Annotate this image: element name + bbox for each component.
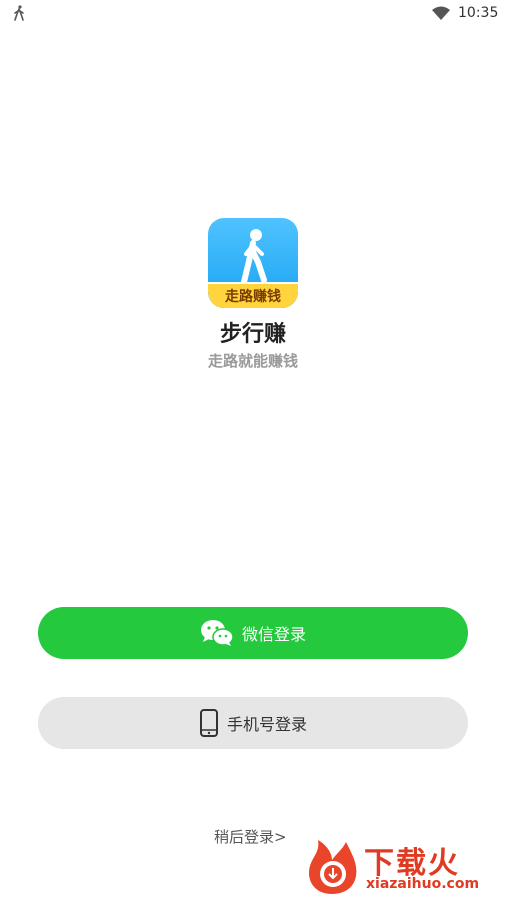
phone-icon [199, 709, 219, 737]
phone-login-button[interactable]: 手机号登录 [38, 697, 468, 749]
clock: 10:35 [458, 5, 499, 21]
login-later-link[interactable]: 稍后登录> [214, 826, 287, 847]
wechat-login-label: 微信登录 [241, 625, 306, 644]
wechat-login-button[interactable]: 微信登录 [38, 607, 468, 659]
logo-badge: 走路赚钱 [208, 282, 298, 308]
walker-icon [241, 229, 267, 285]
watermark-url: xiazaihuo.com [366, 876, 480, 892]
app-logo: 走路赚钱 [208, 218, 298, 308]
wifi-icon [432, 6, 450, 20]
status-bar: 10:35 [0, 0, 506, 28]
app-name: 步行赚 [219, 322, 286, 347]
flame-icon [308, 840, 357, 894]
wechat-icon [200, 619, 234, 647]
walking-icon [14, 5, 24, 21]
phone-login-label: 手机号登录 [226, 715, 307, 734]
app-slogan: 走路就能赚钱 [207, 352, 298, 370]
watermark-logo: 下载火 xiazaihuo.com [300, 832, 506, 898]
